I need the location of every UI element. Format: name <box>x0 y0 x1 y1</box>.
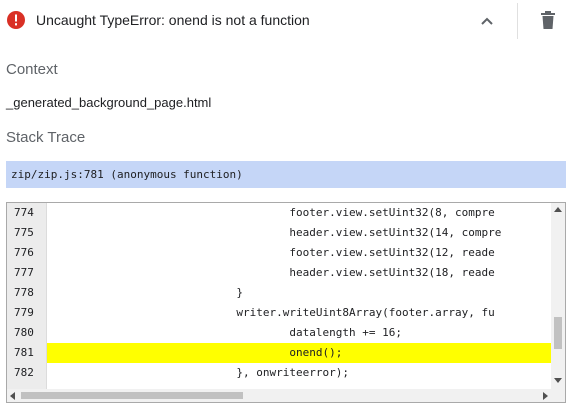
code-line: 782 }, onwriteerror); <box>7 363 551 383</box>
horizontal-scrollbar[interactable] <box>7 389 565 402</box>
stack-frame[interactable]: zip/zip.js:781 (anonymous function) <box>6 161 566 188</box>
code-viewer: 774 footer.view.setUint32(8, compre 775 … <box>6 202 566 403</box>
header-divider <box>517 3 518 39</box>
code-line: 775 header.view.setUint32(14, compre <box>7 223 551 243</box>
delete-button[interactable] <box>536 8 560 34</box>
context-value: _generated_background_page.html <box>6 95 212 110</box>
collapse-button[interactable] <box>474 8 500 34</box>
chevron-up-icon <box>481 17 493 25</box>
line-number: 776 <box>14 246 34 259</box>
code-line: 777 header.view.setUint32(18, reade <box>7 263 551 283</box>
horizontal-scroll-thumb[interactable] <box>21 392 243 399</box>
line-number: 777 <box>14 266 34 279</box>
scroll-down-arrow-icon[interactable] <box>554 378 562 383</box>
trash-icon <box>541 11 555 29</box>
vertical-scrollbar[interactable] <box>551 203 565 389</box>
line-number: 774 <box>14 206 34 219</box>
line-code: footer.view.setUint32(12, reade <box>51 246 495 259</box>
scroll-right-arrow-icon[interactable] <box>543 392 548 400</box>
highlighted-code-line: 781 onend(); <box>7 343 551 363</box>
line-code: writer.writeUint8Array(footer.array, fu <box>51 306 495 319</box>
code-line: 774 footer.view.setUint32(8, compre <box>7 203 551 223</box>
line-code: header.view.setUint32(18, reade <box>51 266 495 279</box>
line-number: 779 <box>14 306 34 319</box>
code-line: 780 datalength += 16; <box>7 323 551 343</box>
line-code: datalength += 16; <box>51 326 402 339</box>
error-icon <box>7 11 25 29</box>
line-code: footer.view.setUint32(8, compre <box>51 206 495 219</box>
error-header: Uncaught TypeError: onend is not a funct… <box>0 0 572 41</box>
scroll-left-arrow-icon[interactable] <box>10 392 15 400</box>
line-code: } <box>51 286 244 299</box>
stack-trace-heading: Stack Trace <box>6 129 86 146</box>
line-number: 781 <box>14 346 34 359</box>
error-title: Uncaught TypeError: onend is not a funct… <box>36 12 310 28</box>
code-line: 778 } <box>7 283 551 303</box>
code-line: 776 footer.view.setUint32(12, reade <box>7 243 551 263</box>
code-line: 779 writer.writeUint8Array(footer.array,… <box>7 303 551 323</box>
line-number: 775 <box>14 226 34 239</box>
scroll-up-arrow-icon[interactable] <box>554 207 562 212</box>
line-code: header.view.setUint32(14, compre <box>51 226 502 239</box>
line-number: 780 <box>14 326 34 339</box>
line-number: 778 <box>14 286 34 299</box>
line-code: onend(); <box>51 346 343 359</box>
context-heading: Context <box>6 61 58 78</box>
line-code: }, onwriteerror); <box>51 366 350 379</box>
vertical-scroll-thumb[interactable] <box>554 317 562 349</box>
line-number: 782 <box>14 366 34 379</box>
